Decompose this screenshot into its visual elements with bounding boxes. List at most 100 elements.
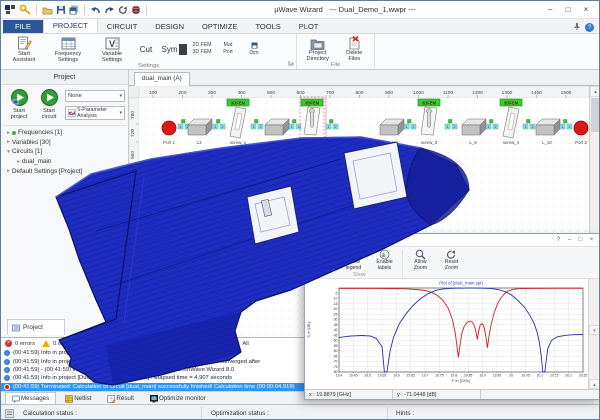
ribbon-tab-circuit[interactable]: CIRCUIT — [98, 20, 146, 33]
analysis-combo[interactable]: S-Parameter Analysis▾ — [65, 106, 125, 120]
plot-window-titlebar[interactable]: µWave Wizard Graph ? – □ × — [305, 234, 600, 247]
svg-text:2: 2 — [335, 125, 337, 129]
tree-item-dual_main[interactable]: ▸dual_main — [3, 157, 127, 167]
reset-zoom-button[interactable]: ResetZoom — [436, 248, 467, 278]
assistant-icon — [17, 36, 32, 51]
ribbon-tab-plot[interactable]: PLOT — [290, 20, 328, 33]
open-icon[interactable] — [42, 5, 53, 15]
plot-scrollbar[interactable]: ▾ ▴ — [588, 279, 600, 389]
log-tab-label: Result — [116, 395, 134, 402]
redo-icon[interactable] — [104, 5, 115, 15]
fem-2d-button[interactable]: 2D FEM — [189, 43, 215, 48]
svg-text:20.15: 20.15 — [550, 374, 558, 378]
svg-text:screw_4: screw_4 — [503, 140, 520, 145]
log-line-text: (00:41:59) Info in project [Dual_Demo_1]… — [13, 375, 232, 381]
close-button[interactable]: × — [577, 3, 595, 17]
variable-settings-button[interactable]: V VariableSettings — [91, 35, 133, 63]
expander-icon[interactable]: ▸ — [5, 130, 12, 136]
variation-combo[interactable]: None▾ — [65, 90, 125, 102]
expander-icon[interactable]: ▸ — [15, 159, 22, 165]
schematic-element-port-1[interactable]: Port 1 — [162, 121, 176, 145]
project-directory-button[interactable]: ProjectDirectory — [299, 35, 336, 62]
plot-minimize-button[interactable]: – — [564, 237, 575, 243]
pin-ribbon-icon[interactable] — [573, 22, 581, 32]
s-parameter-icon — [68, 109, 76, 117]
project-panel-tab[interactable]: Project — [7, 319, 65, 335]
svg-text:2: 2 — [260, 125, 262, 129]
svg-text:20.1: 20.1 — [537, 374, 544, 378]
info-icon: ↓ — [4, 375, 10, 381]
tree-item-default[interactable]: ▸Default Settings [Project] — [3, 166, 127, 176]
fem-3d-button[interactable]: 3D FEM — [189, 50, 215, 55]
key-icon[interactable] — [19, 4, 31, 15]
dialog-launcher-icon[interactable] — [288, 60, 294, 68]
dropdown-arrow-icon: ▾ — [119, 110, 122, 116]
start-circuit-button[interactable]: Startcircuit — [35, 89, 63, 120]
symmetry-button[interactable]: Sym — [159, 35, 189, 63]
svg-text:S in [dB]: S in [dB] — [306, 322, 311, 337]
messages-icon — [12, 395, 19, 402]
expander-icon[interactable]: ▾ — [5, 149, 12, 155]
cut-button[interactable]: Cut — [133, 35, 159, 63]
svg-text:2: 2 — [532, 125, 534, 129]
save-settings-button[interactable] — [241, 42, 267, 49]
material-button[interactable]: Mat — [215, 43, 241, 48]
expander-icon[interactable]: ▸ — [5, 168, 12, 174]
schematic-tab-dual-main[interactable]: dual_main (A) — [134, 72, 190, 86]
svg-text:19.5: 19.5 — [364, 374, 371, 378]
save-all-icon[interactable] — [69, 5, 79, 15]
plot-area[interactable]: 19.419.4519.519.5519.619.6519.719.7519.8… — [305, 279, 600, 389]
scroll-down-icon[interactable]: ▾ — [589, 325, 600, 335]
help-icon[interactable]: ? — [585, 23, 594, 32]
plot-maximize-button[interactable]: □ — [575, 237, 586, 243]
minimize-button[interactable]: – — [541, 3, 559, 17]
ribbon-tab-file[interactable]: FILE — [3, 20, 43, 33]
svg-text:L3: L3 — [197, 140, 202, 145]
start-assistant-button[interactable]: StartAssistant — [3, 35, 45, 63]
scroll-up-icon[interactable]: ▴ — [589, 379, 600, 389]
warnings-count: 0 warnings — [53, 341, 81, 347]
variable-table-icon: V — [105, 36, 120, 51]
enable-labels-button[interactable]: a Enablelabels — [369, 248, 400, 278]
svg-text:19.8: 19.8 — [451, 374, 458, 378]
frequency-settings-button[interactable]: FrequencySettings — [45, 35, 91, 63]
undo-icon[interactable] — [90, 5, 101, 15]
plot-help-button[interactable]: ? — [553, 237, 564, 243]
frequency-table-icon — [61, 36, 76, 51]
ribbon-tab-tools[interactable]: TOOLS — [246, 20, 289, 33]
port-button[interactable]: Port — [215, 50, 241, 55]
svg-text:screw_1: screw_1 — [230, 140, 247, 145]
delete-files-button[interactable]: DeleteFiles — [336, 35, 372, 62]
ribbon-tab-project[interactable]: PROJECT — [43, 18, 98, 33]
svg-text:19.85: 19.85 — [464, 374, 472, 378]
tree-item-label: Variables [30] — [12, 139, 51, 146]
scrollbar-thumb[interactable] — [591, 98, 600, 132]
save-icon[interactable] — [56, 5, 66, 15]
expander-icon[interactable]: ▸ — [5, 139, 12, 145]
cursor-y-readout: y : -71.0448 [dB] — [393, 390, 481, 399]
show-grid-button[interactable]: Showgrid — [307, 248, 338, 278]
refresh-icon[interactable] — [118, 5, 128, 15]
delete-file-icon — [347, 36, 361, 50]
tree-item-variables[interactable]: ▸Variables [30] — [3, 138, 127, 148]
scroll-up-icon[interactable]: ▴ — [590, 86, 600, 97]
plot-window[interactable]: µWave Wizard Graph ? – □ × Showgrid Show… — [304, 233, 600, 400]
errors-count: 0 errors — [15, 341, 35, 347]
schematic-element-port-2[interactable]: Port 2 — [574, 121, 588, 145]
start-project-button[interactable]: Startproject — [5, 89, 33, 120]
svg-text:screw_3: screw_3 — [421, 140, 438, 145]
graph-window-icon — [308, 236, 317, 245]
filter-all[interactable]: All — [242, 341, 248, 347]
maximize-button[interactable]: □ — [559, 3, 577, 17]
ribbon-tab-design[interactable]: DESIGN — [146, 20, 193, 33]
world-icon[interactable] — [131, 5, 141, 15]
tree-item-circuits[interactable]: ▾Circuits [1] — [3, 147, 127, 157]
allow-zoom-button[interactable]: AllowZoom — [405, 248, 436, 278]
tree-item-frequencies[interactable]: ▸Frequencies [1] — [3, 128, 127, 138]
log-line-text: (00:41:59) Info in project [Dual_Demo_1]… — [13, 359, 260, 365]
ribbon: StartAssistant FrequencySettings V Varia… — [1, 34, 599, 70]
plot-close-button[interactable]: × — [586, 237, 597, 243]
dimension-button[interactable]: Dim — [241, 51, 267, 56]
svg-text:720: 720 — [130, 129, 136, 137]
ribbon-tab-optimize[interactable]: OPTIMIZE — [193, 20, 246, 33]
